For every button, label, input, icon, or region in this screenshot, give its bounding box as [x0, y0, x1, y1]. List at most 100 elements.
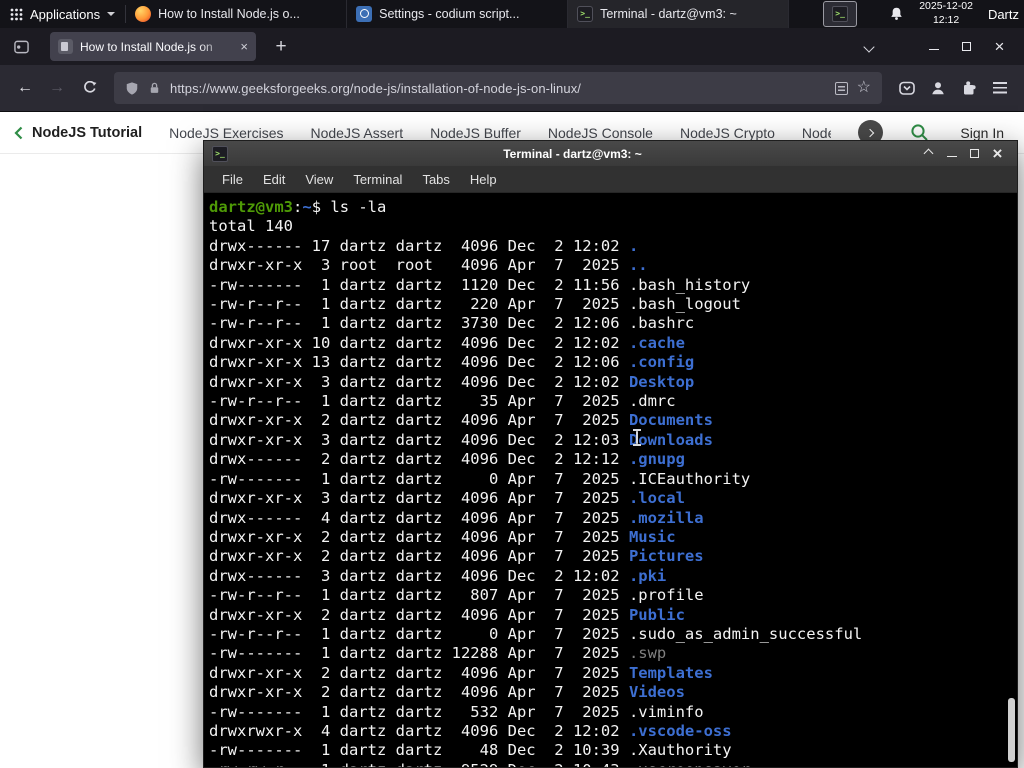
terminal-line: total 140 [209, 217, 1015, 236]
file-name: Downloads [628, 430, 713, 449]
terminal-prompt-line: dartz@vm3:~$ ls -la [209, 198, 1015, 217]
terminal-line: drwxr-xr-x 3 root root 4096 Apr 7 2025 .… [209, 256, 1015, 275]
firefox-icon [135, 6, 152, 22]
taskbar-button-terminal[interactable]: >_ Terminal - dartz@vm3: ~ [568, 0, 790, 28]
reader-view-icon[interactable] [834, 81, 848, 95]
file-name: Videos [628, 683, 685, 702]
url-bar[interactable]: https://www.geeksforgeeks.org/node-js/in… [114, 72, 882, 104]
bookmark-star-icon[interactable]: ☆ [857, 80, 871, 96]
site-nav-item[interactable]: NodeJS Console [548, 125, 653, 141]
back-button[interactable]: ← [10, 73, 40, 103]
window-minimize-button[interactable] [917, 28, 950, 65]
chevron-down-icon [107, 12, 116, 16]
site-nav-item[interactable]: NodeJS Buffer [430, 125, 521, 141]
line-text: -rw------- 1 dartz dartz 0 Apr 7 2025 [209, 469, 629, 488]
site-nav-item[interactable]: NodeJS Assert [311, 125, 404, 141]
terminal-output[interactable]: dartz@vm3:~$ ls -la total 140 drwx------ … [204, 193, 1017, 767]
terminal-scrollbar[interactable] [1008, 698, 1015, 762]
terminal-close-button[interactable]: × [986, 145, 1009, 162]
terminal-icon: >_ [212, 145, 228, 162]
terminal-menu-terminal[interactable]: Terminal [343, 172, 412, 187]
terminal-line: drwxr-xr-x 2 dartz dartz 4096 Apr 7 2025… [209, 411, 1015, 430]
file-name: .vscode-oss [628, 721, 732, 740]
menu-hamburger-icon[interactable] [985, 74, 1014, 103]
line-text: drwxr-xr-x 10 dartz dartz 4096 Dec 2 12:… [209, 333, 629, 352]
bell-icon[interactable] [889, 6, 904, 22]
site-nav-items: NodeJS Exercises NodeJS Assert NodeJS Buff… [169, 125, 831, 141]
prompt-dollar: $ [311, 198, 331, 216]
site-nav-item[interactable]: NodeJS DNS [802, 125, 832, 141]
clock-time: 12:12 [932, 14, 960, 26]
taskbar-button-firefox[interactable]: How to Install Node.js o... [126, 0, 348, 28]
line-text: drwx------ 3 dartz dartz 4096 Dec 2 12:0… [209, 566, 629, 585]
site-nav-item[interactable]: NodeJS Crypto [680, 125, 775, 141]
line-text: drwx------ 2 dartz dartz 4096 Dec 2 12:1… [209, 450, 629, 469]
settings-icon [356, 6, 373, 22]
terminal-line: drwxr-xr-x 2 dartz dartz 4096 Apr 7 2025… [209, 606, 1015, 625]
line-text: drwxr-xr-x 2 dartz dartz 4096 Apr 7 2025 [209, 683, 629, 702]
list-tabs-chevron-icon[interactable] [863, 38, 875, 56]
terminal-shade-button[interactable] [917, 148, 940, 159]
tab-favicon-icon [58, 39, 73, 54]
tray-terminal-icon[interactable]: >_ [823, 1, 858, 27]
file-name: .bash_logout [628, 295, 741, 314]
line-text: drwxr-xr-x 2 dartz dartz 4096 Apr 7 2025 [209, 411, 629, 430]
terminal-menu-help[interactable]: Help [460, 172, 507, 187]
applications-menu-button[interactable]: Applications [0, 0, 125, 28]
site-nav-item[interactable]: NodeJS Exercises [169, 125, 283, 141]
window-close-button[interactable]: × [983, 28, 1016, 65]
pocket-icon[interactable] [892, 74, 921, 103]
sign-in-button[interactable]: Sign In [960, 125, 1004, 141]
browser-tab[interactable]: How to Install Node.js on × [50, 32, 256, 61]
prompt-user-host: dartz@vm3 [209, 198, 293, 216]
chevron-left-icon [14, 126, 23, 139]
terminal-line: -rw------- 1 dartz dartz 0 Apr 7 2025 .I… [209, 470, 1015, 489]
terminal-titlebar[interactable]: >_ Terminal - dartz@vm3: ~ × [204, 141, 1017, 166]
prompt-colon: : [293, 198, 303, 216]
reload-button[interactable] [74, 73, 104, 103]
terminal-minimize-button[interactable] [940, 150, 963, 158]
tab-close-icon[interactable]: × [238, 39, 248, 54]
url-text[interactable]: https://www.geeksforgeeks.org/node-js/in… [170, 81, 826, 96]
terminal-line: -rw------- 1 dartz dartz 48 Dec 2 10:39 … [209, 741, 1015, 760]
terminal-menu-file[interactable]: File [212, 172, 253, 187]
terminal-line: -rw-r--r-- 1 dartz dartz 35 Apr 7 2025 .… [209, 392, 1015, 411]
terminal-window: >_ Terminal - dartz@vm3: ~ × File Edit Vie… [203, 140, 1018, 768]
window-maximize-button[interactable] [950, 28, 983, 65]
line-text: drwxr-xr-x 3 root root 4096 Apr 7 2025 [209, 256, 629, 275]
site-nav-back[interactable]: NodeJS Tutorial [14, 125, 142, 141]
terminal-menu-view[interactable]: View [295, 172, 343, 187]
lock-icon[interactable] [148, 81, 161, 95]
top-panel: Applications How to Install Node.js o...… [0, 0, 1024, 28]
file-name: .Xauthority [628, 741, 732, 760]
terminal-line: drwxr-xr-x 2 dartz dartz 4096 Apr 7 2025… [209, 683, 1015, 702]
shield-icon[interactable] [125, 81, 139, 96]
terminal-menu-tabs[interactable]: Tabs [412, 172, 459, 187]
terminal-maximize-button[interactable] [963, 149, 986, 158]
forward-button[interactable]: → [42, 73, 72, 103]
line-text: -rw-rw-r-- 1 dartz dartz 9529 Dec 2 10:4… [209, 761, 629, 767]
line-text: drwx------ 17 dartz dartz 4096 Dec 2 12:… [209, 236, 629, 255]
terminal-menu-edit[interactable]: Edit [253, 172, 295, 187]
account-icon[interactable] [923, 74, 952, 103]
line-text: -rw-r--r-- 1 dartz dartz 35 Apr 7 2025 [209, 392, 629, 411]
firefox-view-icon[interactable] [8, 34, 34, 60]
desktop: Applications How to Install Node.js o...… [0, 0, 1024, 768]
file-name: Templates [628, 663, 713, 682]
new-tab-button[interactable]: + [268, 36, 294, 58]
browser-toolbar: ← → https://www.geeksforgeeks.org/node-j… [0, 65, 1024, 112]
terminal-line: -rw------- 1 dartz dartz 1120 Dec 2 11:5… [209, 276, 1015, 295]
tab-title: How to Install Node.js on [80, 39, 213, 54]
terminal-line: -rw-r--r-- 1 dartz dartz 0 Apr 7 2025 .s… [209, 625, 1015, 644]
file-name: .xscreensaver [629, 761, 750, 767]
terminal-line: drwxr-xr-x 2 dartz dartz 4096 Apr 7 2025… [209, 528, 1015, 547]
taskbar-button-settings[interactable]: Settings - codium script... [347, 0, 569, 28]
file-name: .pki [628, 566, 667, 585]
terminal-line: -rw-r--r-- 1 dartz dartz 3730 Dec 2 12:0… [209, 314, 1015, 333]
panel-clock[interactable]: 2025-12-02 12:12 [919, 0, 973, 27]
user-menu[interactable]: Dartz [988, 7, 1019, 22]
file-name: .ICEauthority [628, 469, 751, 488]
extensions-icon[interactable] [954, 74, 983, 103]
terminal-line: drwxr-xr-x 3 dartz dartz 4096 Apr 7 2025… [209, 489, 1015, 508]
file-name: .swp [628, 644, 667, 663]
